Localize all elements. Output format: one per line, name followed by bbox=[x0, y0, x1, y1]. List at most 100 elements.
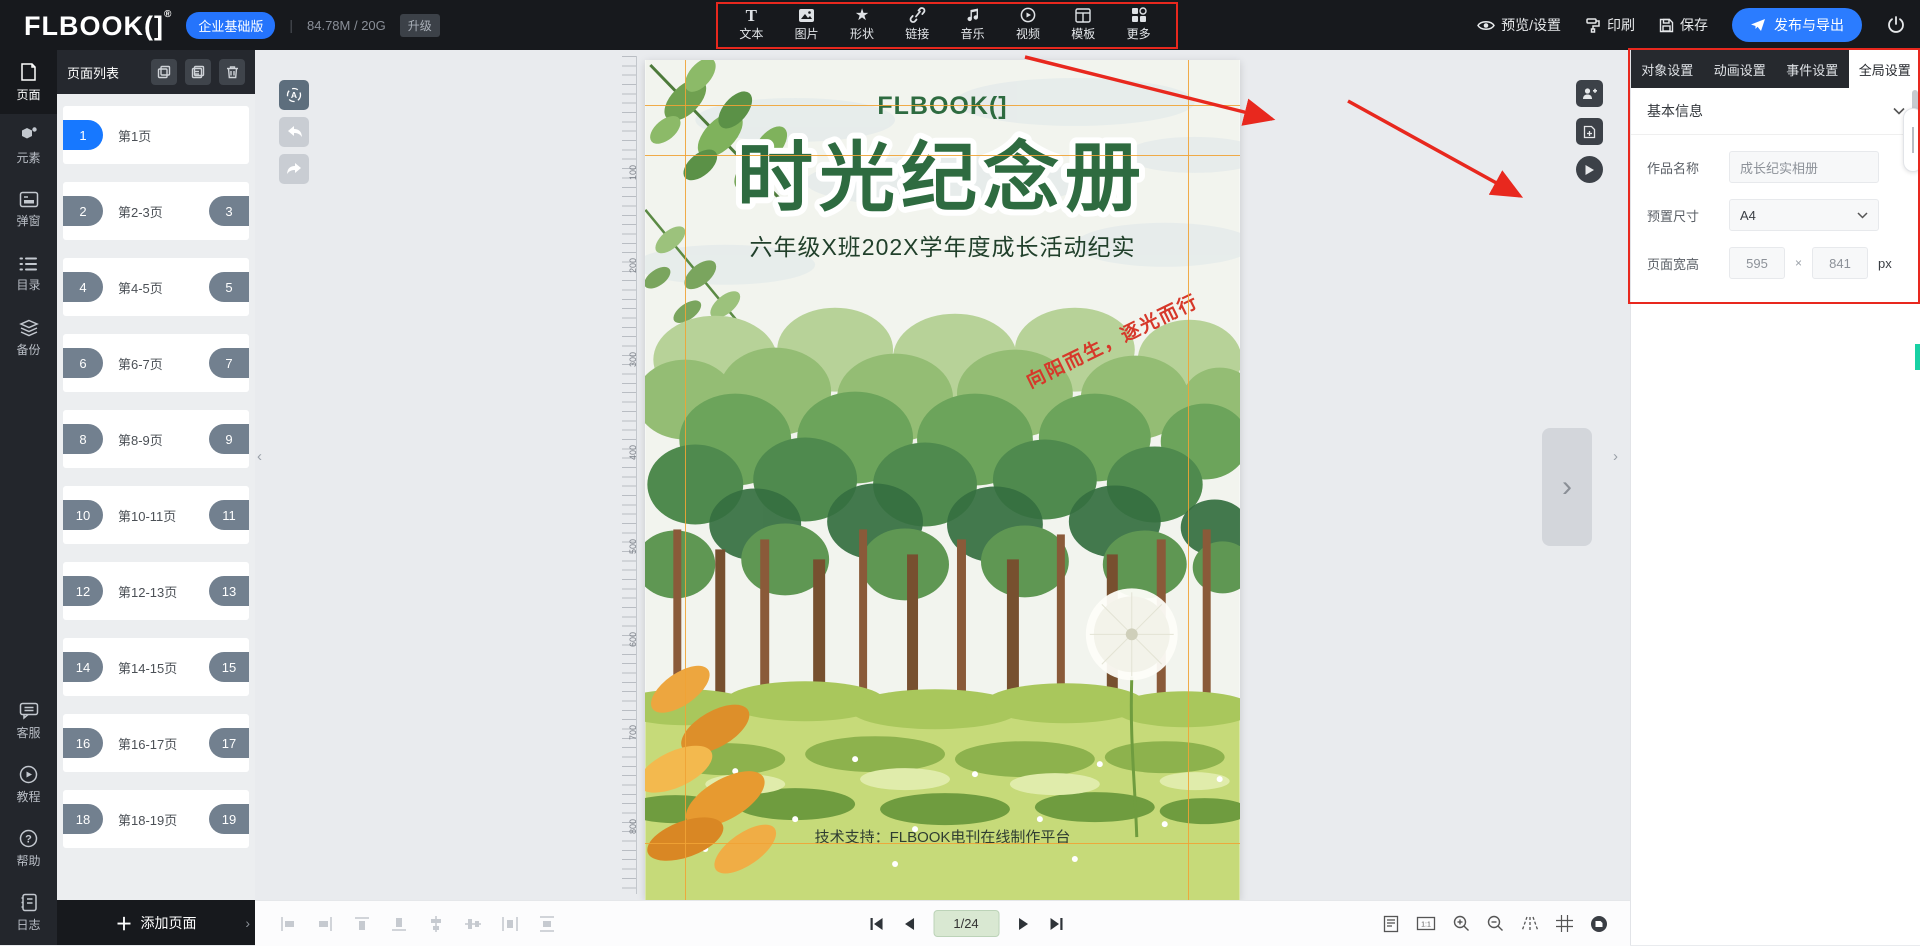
distribute-vertical-icon[interactable] bbox=[538, 915, 556, 933]
page-list-item[interactable]: 4 第4-5页 5 bbox=[63, 258, 249, 316]
auto-arrange-button[interactable]: A bbox=[279, 80, 309, 110]
cover-flbook-logo[interactable]: FLBOOK(] bbox=[645, 92, 1240, 121]
tool-link[interactable]: 链接 bbox=[897, 6, 937, 42]
copy-pages-button[interactable] bbox=[151, 59, 177, 85]
publish-export-button[interactable]: 发布与导出 bbox=[1732, 8, 1862, 42]
page-list-title: 页面列表 bbox=[67, 63, 143, 82]
plan-badge[interactable]: 企业基础版 bbox=[186, 12, 275, 39]
tab-global-settings[interactable]: 全局设置 bbox=[1849, 50, 1920, 88]
zoom-in-icon[interactable] bbox=[1453, 915, 1470, 932]
tool-shape[interactable]: ★ 形状 bbox=[842, 6, 882, 42]
page-number-badge-right: 9 bbox=[209, 424, 249, 454]
bottom-toolbar: 1/24 1:1 bbox=[255, 900, 1630, 946]
duplicate-page-button[interactable] bbox=[185, 59, 211, 85]
page-list-item[interactable]: 12 第12-13页 13 bbox=[63, 562, 249, 620]
last-page-icon[interactable] bbox=[1048, 917, 1064, 931]
nav-log[interactable]: 日志 bbox=[0, 881, 57, 945]
more-icon bbox=[1131, 6, 1147, 23]
delete-page-button[interactable] bbox=[219, 59, 245, 85]
settings-tabs: 对象设置 动画设置 事件设置 全局设置 bbox=[1631, 50, 1920, 88]
preview-play-button[interactable] bbox=[1576, 156, 1603, 183]
add-page-button[interactable]: ＋ 添加页面 › bbox=[57, 900, 255, 945]
next-page-icon[interactable] bbox=[1017, 917, 1030, 931]
page-number-badge-right: 17 bbox=[209, 728, 249, 758]
page-list-item-label: 第8-9页 bbox=[118, 430, 163, 449]
page-flip-toggle-icon[interactable] bbox=[1590, 915, 1608, 933]
tab-object-settings[interactable]: 对象设置 bbox=[1631, 50, 1704, 88]
distribute-horizontal-icon[interactable] bbox=[501, 915, 519, 933]
page-list-item[interactable]: 8 第8-9页 9 bbox=[63, 410, 249, 468]
tool-video[interactable]: 视频 bbox=[1008, 6, 1048, 42]
align-bottom-icon[interactable] bbox=[390, 915, 408, 933]
align-left-icon[interactable] bbox=[279, 915, 297, 933]
cover-subtitle[interactable]: 六年级X班202X学年度成长活动纪实 bbox=[645, 228, 1240, 262]
page-number-badge-left: 14 bbox=[63, 652, 103, 682]
play-circle-icon bbox=[19, 765, 38, 784]
nav-pages[interactable]: 页面 bbox=[0, 50, 57, 114]
print-button[interactable]: 印刷 bbox=[1585, 15, 1635, 35]
next-page-arrow[interactable]: › bbox=[1542, 428, 1592, 546]
power-icon[interactable] bbox=[1886, 15, 1906, 35]
collapse-page-list-icon[interactable]: ‹ bbox=[257, 448, 262, 465]
chevron-down-icon bbox=[1857, 212, 1868, 219]
first-page-icon[interactable] bbox=[868, 917, 884, 931]
page-height-input[interactable] bbox=[1812, 247, 1868, 279]
align-center-horizontal-icon[interactable] bbox=[427, 915, 445, 933]
upgrade-button[interactable]: 升级 bbox=[400, 14, 440, 37]
flbook-logo: FLBOOK(]® bbox=[24, 9, 172, 42]
tool-text[interactable]: T 文本 bbox=[731, 6, 771, 42]
collapse-settings-icon[interactable]: › bbox=[1613, 448, 1618, 465]
page-list-item[interactable]: 2 第2-3页 3 bbox=[63, 182, 249, 240]
tool-template[interactable]: 模板 bbox=[1063, 6, 1103, 42]
tool-more[interactable]: 更多 bbox=[1119, 6, 1159, 42]
page-notes-icon[interactable] bbox=[1383, 915, 1399, 933]
panel-resize-handle[interactable] bbox=[1903, 108, 1920, 172]
nav-toc[interactable]: 目录 bbox=[0, 242, 57, 306]
tab-animation-settings[interactable]: 动画设置 bbox=[1704, 50, 1777, 88]
align-top-icon[interactable] bbox=[353, 915, 371, 933]
tool-music[interactable]: 音乐 bbox=[953, 6, 993, 42]
align-right-icon[interactable] bbox=[316, 915, 334, 933]
grid-icon[interactable] bbox=[1556, 915, 1573, 932]
tool-image[interactable]: 图片 bbox=[787, 6, 827, 42]
nav-backup[interactable]: 备份 bbox=[0, 306, 57, 370]
editor-canvas[interactable]: A 100200300400500600700800 bbox=[255, 50, 1630, 900]
save-button[interactable]: 保存 bbox=[1659, 15, 1708, 35]
undo-button[interactable] bbox=[279, 117, 309, 147]
page-width-input[interactable] bbox=[1729, 247, 1785, 279]
page-list-item-label: 第2-3页 bbox=[118, 202, 163, 221]
align-center-vertical-icon[interactable] bbox=[464, 915, 482, 933]
previous-page-icon[interactable] bbox=[902, 917, 915, 931]
page-list-item[interactable]: 10 第10-11页 11 bbox=[63, 486, 249, 544]
nav-help[interactable]: ? 帮助 bbox=[0, 817, 57, 881]
page-list-item[interactable]: 1 第1页 bbox=[63, 106, 249, 164]
cover-title[interactable]: 时光纪念册 bbox=[645, 126, 1240, 226]
nav-popup[interactable]: 弹窗 bbox=[0, 178, 57, 242]
page-list-item[interactable]: 18 第18-19页 19 bbox=[63, 790, 249, 848]
basic-info-section-header[interactable]: 基本信息 bbox=[1631, 88, 1920, 135]
page-list-item[interactable]: 6 第6-7页 7 bbox=[63, 334, 249, 392]
redo-button[interactable] bbox=[279, 154, 309, 184]
actual-size-icon[interactable]: 1:1 bbox=[1416, 916, 1436, 931]
collaborate-button[interactable] bbox=[1576, 80, 1603, 107]
guides-icon[interactable] bbox=[1521, 916, 1539, 932]
chevron-right-icon[interactable]: › bbox=[245, 915, 250, 931]
nav-support[interactable]: 客服 bbox=[0, 689, 57, 753]
page-list-item[interactable]: 16 第16-17页 17 bbox=[63, 714, 249, 772]
guide-line-horizontal-bottom bbox=[645, 843, 1240, 844]
work-name-input[interactable] bbox=[1729, 151, 1879, 183]
preset-size-select[interactable]: A4 bbox=[1729, 199, 1879, 231]
preview-settings-button[interactable]: 预览/设置 bbox=[1477, 15, 1561, 35]
nav-elements[interactable]: 元素 bbox=[0, 114, 57, 178]
zoom-out-icon[interactable] bbox=[1487, 915, 1504, 932]
tab-event-settings[interactable]: 事件设置 bbox=[1776, 50, 1849, 88]
page-indicator[interactable]: 1/24 bbox=[933, 910, 999, 937]
insert-page-button[interactable] bbox=[1576, 118, 1603, 145]
ruler-tick-label: 800 bbox=[628, 819, 638, 834]
page-list-item[interactable]: 14 第14-15页 15 bbox=[63, 638, 249, 696]
nav-tutorial[interactable]: 教程 bbox=[0, 753, 57, 817]
backup-icon bbox=[19, 319, 39, 337]
page-list-item-label: 第6-7页 bbox=[118, 354, 163, 373]
cover-page[interactable]: FLBOOK(] 时光纪念册 六年级X班202X学年度成长活动纪实 向阳而生，逐… bbox=[645, 60, 1240, 900]
settings-panel: 对象设置 动画设置 事件设置 全局设置 基本信息 作品名称 预置尺寸 A4 页面… bbox=[1630, 50, 1920, 945]
